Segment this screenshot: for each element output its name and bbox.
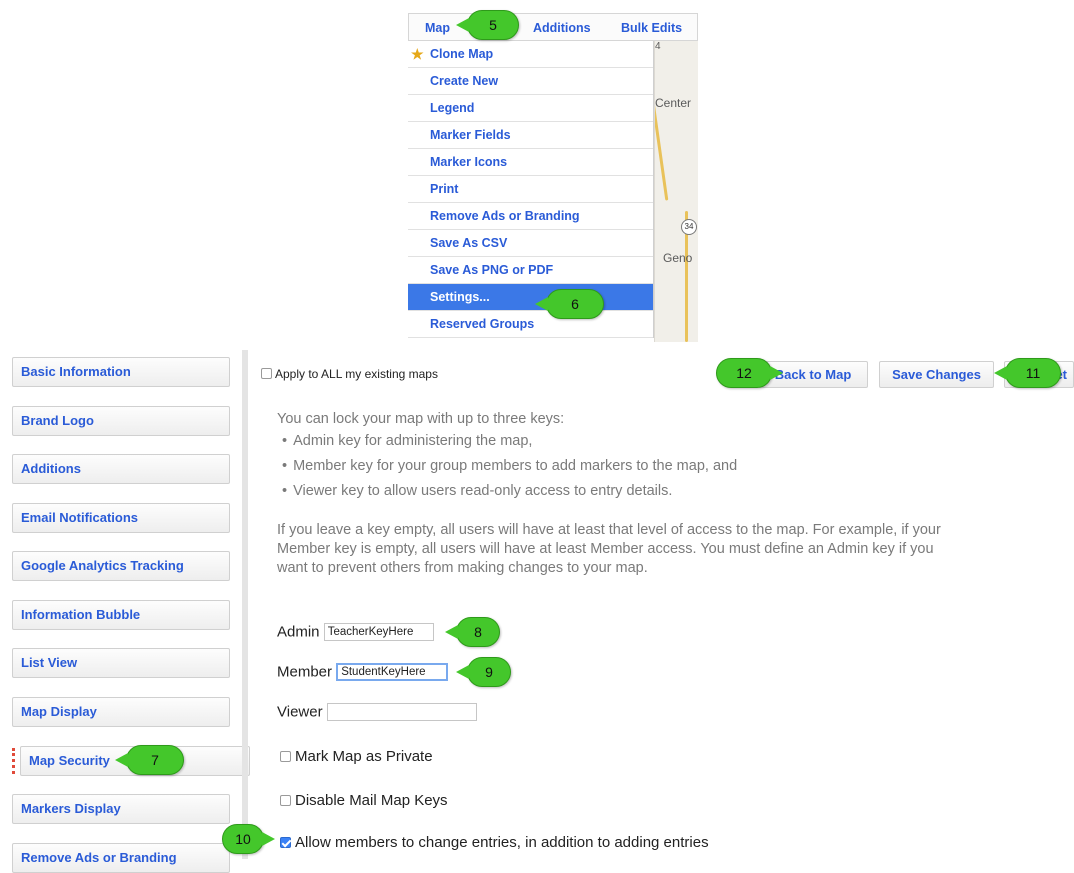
route-shield-icon: 34 bbox=[681, 219, 697, 235]
menu-item-save-csv[interactable]: Save As CSV bbox=[408, 230, 653, 257]
map-dropdown-menu: ★ Clone Map Create New Legend Marker Fie… bbox=[408, 41, 654, 338]
menu-item-legend[interactable]: Legend bbox=[408, 95, 653, 122]
apply-all-label: Apply to ALL my existing maps bbox=[275, 366, 438, 381]
callout-6: 6 bbox=[535, 289, 604, 319]
admin-key-row: Admin bbox=[277, 623, 434, 642]
callout-5: 5 bbox=[456, 10, 519, 40]
callout-8: 8 bbox=[445, 617, 500, 647]
key-list: • Admin key for administering the map, • M… bbox=[277, 429, 957, 504]
private-checkbox[interactable] bbox=[280, 750, 291, 762]
allow-change-row: Allow members to change entries, in addi… bbox=[280, 833, 709, 851]
sidebar-item-map-display[interactable]: Map Display bbox=[12, 697, 230, 727]
sidebar-item-google-analytics[interactable]: Google Analytics Tracking bbox=[12, 551, 230, 581]
sidebar-item-email-notifications[interactable]: Email Notifications bbox=[12, 503, 230, 533]
callout-9: 9 bbox=[456, 657, 511, 687]
explanation-text: If you leave a key empty, all users will… bbox=[277, 522, 941, 576]
menu-item-create-new[interactable]: Create New bbox=[408, 68, 653, 95]
menu-item-print[interactable]: Print bbox=[408, 176, 653, 203]
menu-bar: Map Additions Bulk Edits bbox=[408, 13, 698, 41]
sidebar-item-basic-information[interactable]: Basic Information bbox=[12, 357, 230, 387]
apply-all-row: Apply to ALL my existing maps bbox=[261, 366, 438, 381]
tab-map[interactable]: Map bbox=[425, 21, 450, 35]
menu-item-marker-icons[interactable]: Marker Icons bbox=[408, 149, 653, 176]
save-changes-button[interactable]: Save Changes bbox=[879, 361, 994, 388]
menu-item-remove-ads[interactable]: Remove Ads or Branding bbox=[408, 203, 653, 230]
map-security-panel: Apply to ALL my existing maps Back to Ma… bbox=[258, 350, 1074, 859]
disable-mail-row: Disable Mail Map Keys bbox=[280, 791, 448, 809]
list-item: • Member key for your group members to ad… bbox=[282, 458, 738, 474]
viewer-key-row: Viewer bbox=[277, 703, 477, 722]
sidebar-item-markers-display[interactable]: Markers Display bbox=[12, 794, 230, 824]
tab-bulk-edits[interactable]: Bulk Edits bbox=[621, 21, 682, 35]
disable-mail-checkbox[interactable] bbox=[280, 794, 291, 806]
member-key-row: Member bbox=[277, 663, 449, 682]
sidebar-item-list-view[interactable]: List View bbox=[12, 648, 230, 678]
callout-11: 11 bbox=[994, 358, 1061, 388]
callout-7: 7 bbox=[115, 745, 184, 775]
allow-change-checkbox[interactable] bbox=[280, 836, 291, 848]
map-background: Center Geno 34 4 bbox=[654, 41, 698, 342]
route-shield-partial: 4 bbox=[655, 41, 661, 52]
admin-key-input[interactable] bbox=[323, 623, 434, 642]
map-label-geno: Geno bbox=[663, 251, 693, 265]
intro-text: You can lock your map with up to three k… bbox=[277, 411, 565, 427]
star-icon: ★ bbox=[411, 46, 424, 62]
private-row: Mark Map as Private bbox=[280, 747, 433, 765]
allow-change-label: Allow members to change entries, in addi… bbox=[295, 833, 709, 851]
disable-mail-label: Disable Mail Map Keys bbox=[295, 791, 448, 809]
panel-divider[interactable] bbox=[242, 350, 248, 859]
sidebar-item-information-bubble[interactable]: Information Bubble bbox=[12, 600, 230, 630]
private-label: Mark Map as Private bbox=[295, 747, 433, 765]
map-label-center: Center bbox=[655, 96, 692, 110]
sidebar-item-remove-ads[interactable]: Remove Ads or Branding bbox=[12, 843, 230, 873]
callout-10: 10 bbox=[222, 824, 275, 854]
callout-12: 12 bbox=[716, 358, 783, 388]
member-key-input[interactable] bbox=[336, 663, 449, 682]
menu-item-clone-map[interactable]: ★ Clone Map bbox=[408, 41, 653, 68]
menu-item-marker-fields[interactable]: Marker Fields bbox=[408, 122, 653, 149]
member-label: Member bbox=[277, 663, 333, 681]
list-item: • Viewer key to allow users read-only acc… bbox=[282, 483, 673, 499]
active-indicator bbox=[12, 748, 15, 774]
viewer-label: Viewer bbox=[277, 703, 323, 721]
list-item: • Admin key for administering the map, bbox=[282, 433, 533, 449]
apply-all-checkbox[interactable] bbox=[261, 368, 272, 380]
tab-additions[interactable]: Additions bbox=[533, 21, 591, 35]
sidebar-item-additions[interactable]: Additions bbox=[12, 454, 230, 484]
viewer-key-input[interactable] bbox=[326, 703, 477, 722]
menu-item-save-png-pdf[interactable]: Save As PNG or PDF bbox=[408, 257, 653, 284]
sidebar-item-brand-logo[interactable]: Brand Logo bbox=[12, 406, 230, 436]
admin-label: Admin bbox=[277, 623, 320, 641]
menu-item-reserved-groups[interactable]: Reserved Groups bbox=[408, 311, 653, 338]
security-description: You can lock your map with up to three k… bbox=[277, 410, 957, 578]
menu-item-settings[interactable]: Settings... bbox=[408, 284, 653, 311]
